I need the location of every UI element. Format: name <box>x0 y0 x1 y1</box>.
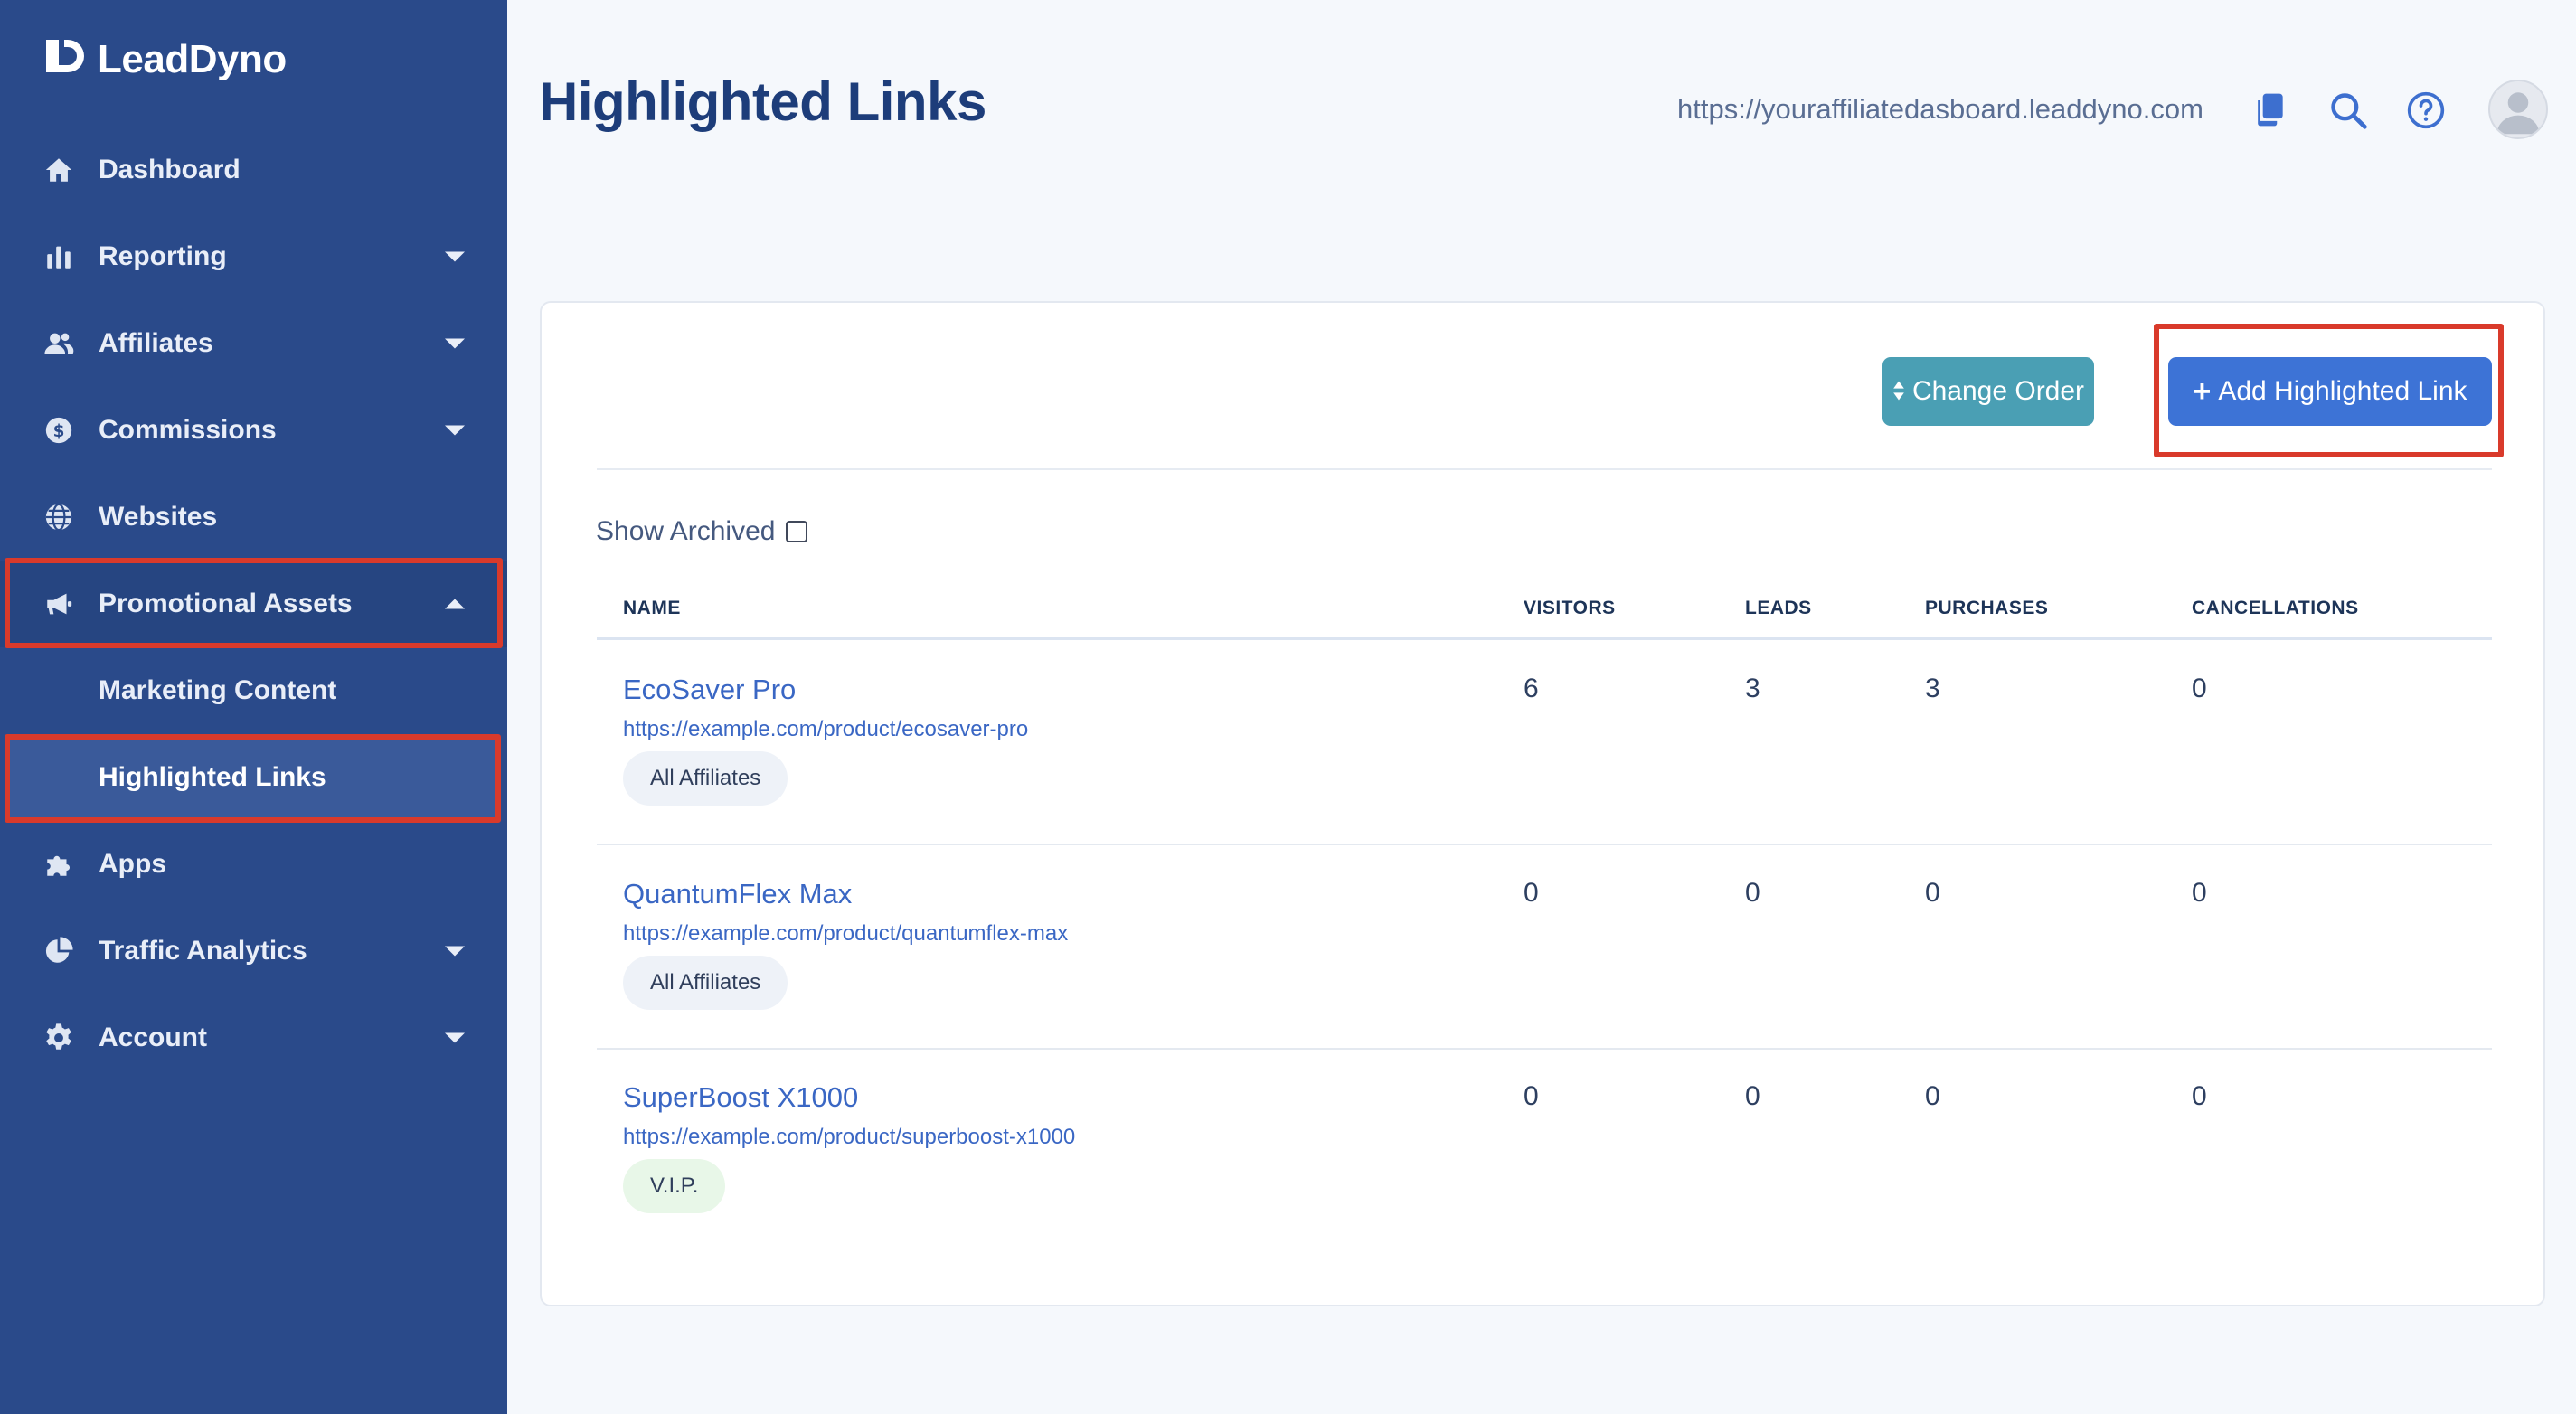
sidebar-item-label: Account <box>99 1023 207 1052</box>
add-highlighted-link-button[interactable]: + Add Highlighted Link <box>2168 357 2492 426</box>
pie-chart-icon <box>42 934 76 968</box>
copy-icon[interactable] <box>2250 90 2289 130</box>
column-header-name[interactable]: NAME <box>623 598 681 619</box>
home-icon <box>42 153 76 187</box>
show-archived-label: Show Archived <box>596 516 776 546</box>
logo[interactable]: LeadDyno <box>43 34 287 85</box>
sidebar-item-account[interactable]: Account <box>0 995 507 1081</box>
sidebar-item-label: Websites <box>99 502 218 532</box>
dollar-coin-icon: $ <box>42 413 76 448</box>
sidebar-item-label: Promotional Assets <box>99 589 353 618</box>
show-archived-filter[interactable]: Show Archived <box>596 516 808 547</box>
sidebar-item-label: Apps <box>99 849 166 879</box>
row-divider <box>597 844 2492 845</box>
column-header-purchases[interactable]: PURCHASES <box>1925 598 2048 619</box>
sidebar-item-highlighted-links[interactable]: Highlighted Links <box>9 737 497 818</box>
visitors-value: 0 <box>1524 878 1539 908</box>
link-name[interactable]: SuperBoost X1000 <box>623 1081 858 1114</box>
audience-tag: V.I.P. <box>623 1159 726 1213</box>
sidebar-item-traffic-analytics[interactable]: Traffic Analytics <box>0 908 507 995</box>
column-header-leads[interactable]: LEADS <box>1745 598 1812 619</box>
chevron-down-icon <box>445 1032 465 1043</box>
chevron-down-icon <box>445 425 465 436</box>
sidebar-item-label: Commissions <box>99 415 277 445</box>
sidebar-item-label: Highlighted Links <box>99 762 326 792</box>
dashboard-url: https://youraffiliatedasboard.leaddyno.c… <box>1677 93 2203 125</box>
app: LeadDyno Dashboard Reporting Affiliates <box>0 0 2576 1414</box>
sidebar-item-label: Affiliates <box>99 328 213 358</box>
table-row: EcoSaver Pro https://example.com/product… <box>597 674 2492 836</box>
sidebar-item-dashboard[interactable]: Dashboard <box>0 127 507 213</box>
sidebar-item-apps[interactable]: Apps <box>0 821 507 908</box>
link-url[interactable]: https://example.com/product/ecosaver-pro <box>623 717 1028 742</box>
sidebar-item-label: Marketing Content <box>99 675 337 705</box>
row-divider <box>597 1048 2492 1050</box>
visitors-value: 0 <box>1524 1081 1539 1111</box>
link-name[interactable]: QuantumFlex Max <box>623 878 852 910</box>
change-order-button[interactable]: Change Order <box>1882 357 2094 426</box>
chevron-down-icon <box>445 946 465 957</box>
puzzle-icon <box>42 847 76 881</box>
chevron-up-icon <box>445 599 465 609</box>
svg-text:$: $ <box>53 422 65 441</box>
sidebar-item-reporting[interactable]: Reporting <box>0 213 507 300</box>
link-url[interactable]: https://example.com/product/superboost-x… <box>623 1125 1075 1150</box>
leads-value: 3 <box>1745 674 1760 703</box>
table-row: QuantumFlex Max https://example.com/prod… <box>597 878 2492 1041</box>
purchases-value: 3 <box>1925 674 1940 703</box>
cancellations-value: 0 <box>2192 1081 2207 1111</box>
purchases-value: 0 <box>1925 878 1940 908</box>
search-icon[interactable] <box>2328 90 2368 130</box>
change-order-label: Change Order <box>1911 376 2085 406</box>
help-icon[interactable] <box>2406 90 2446 130</box>
audience-tag: All Affiliates <box>623 751 788 806</box>
sidebar-item-label: Traffic Analytics <box>99 936 307 966</box>
sidebar-item-promotional-assets[interactable]: Promotional Assets <box>0 561 507 647</box>
leaddyno-logo-icon <box>43 37 85 83</box>
megaphone-icon <box>42 587 76 621</box>
table-row: SuperBoost X1000 https://example.com/pro… <box>597 1081 2492 1244</box>
sidebar-item-websites[interactable]: Websites <box>0 474 507 561</box>
bar-chart-icon <box>42 240 76 274</box>
sidebar-item-affiliates[interactable]: Affiliates <box>0 300 507 387</box>
sidebar-item-label: Dashboard <box>99 155 241 184</box>
cancellations-value: 0 <box>2192 878 2207 908</box>
link-name[interactable]: EcoSaver Pro <box>623 674 796 706</box>
purchases-value: 0 <box>1925 1081 1940 1111</box>
table-header-divider <box>597 637 2492 640</box>
leads-value: 0 <box>1745 1081 1760 1111</box>
chevron-down-icon <box>445 251 465 262</box>
gear-icon <box>42 1021 76 1055</box>
brand-name: LeadDyno <box>98 37 287 81</box>
page-title: Highlighted Links <box>539 71 986 132</box>
audience-tag: All Affiliates <box>623 956 788 1010</box>
column-header-cancellations[interactable]: CANCELLATIONS <box>2192 598 2359 619</box>
sidebar-item-marketing-content[interactable]: Marketing Content <box>0 647 507 734</box>
column-header-visitors[interactable]: VISITORS <box>1524 598 1616 619</box>
cancellations-value: 0 <box>2192 674 2207 703</box>
link-url[interactable]: https://example.com/product/quantumflex-… <box>623 921 1068 947</box>
user-avatar-icon[interactable] <box>2488 80 2548 139</box>
leads-value: 0 <box>1745 878 1760 908</box>
chevron-down-icon <box>445 338 465 349</box>
visitors-value: 6 <box>1524 674 1539 703</box>
globe-icon <box>42 500 76 534</box>
sidebar-item-label: Reporting <box>99 241 227 271</box>
show-archived-checkbox[interactable] <box>786 521 808 542</box>
sidebar-item-commissions[interactable]: $ Commissions <box>0 387 507 474</box>
highlighted-links-card: Change Order + Add Highlighted Link Show… <box>540 301 2545 1306</box>
users-icon <box>42 326 76 361</box>
sidebar: LeadDyno Dashboard Reporting Affiliates <box>0 0 507 1414</box>
plus-icon: + <box>2193 374 2212 409</box>
sort-icon <box>1892 376 1905 407</box>
add-highlighted-link-label: Add Highlighted Link <box>2218 376 2467 406</box>
divider <box>597 468 2492 470</box>
